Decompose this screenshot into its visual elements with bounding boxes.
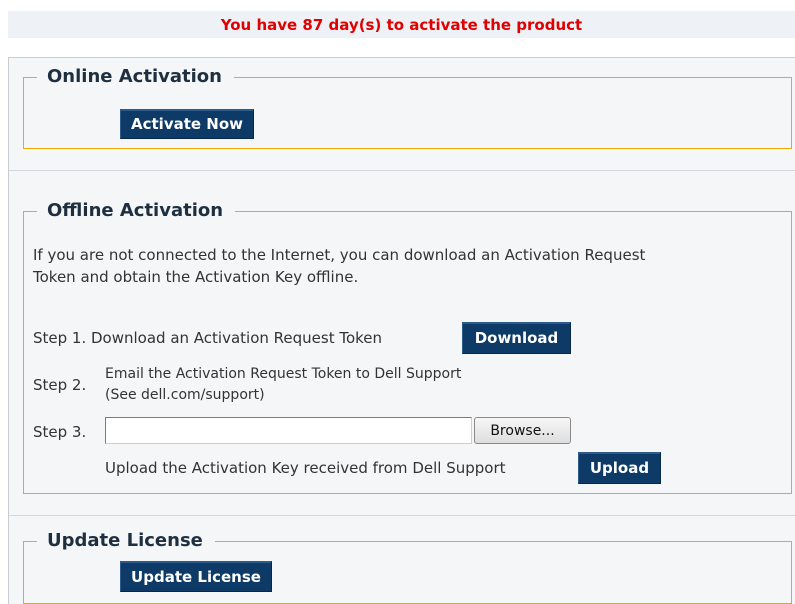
step3-label: Step 3. <box>33 423 87 441</box>
update-license-section: Update License Update License <box>23 529 792 604</box>
section-divider <box>9 515 795 516</box>
upload-instruction: Upload the Activation Key received from … <box>105 459 506 477</box>
update-license-legend: Update License <box>37 529 215 553</box>
download-button[interactable]: Download <box>462 322 571 354</box>
banner-text: You have 87 day(s) to activate the produ… <box>220 15 583 34</box>
browse-button[interactable]: Browse... <box>474 417 571 444</box>
step2-instruction-line1: Email the Activation Request Token to De… <box>105 366 462 382</box>
step2-label: Step 2. <box>33 376 87 394</box>
offline-intro-line1: If you are not connected to the Internet… <box>33 246 646 264</box>
activation-key-file-input[interactable] <box>105 417 472 444</box>
online-activation-section: Online Activation Activate Now <box>23 65 792 149</box>
activate-now-button[interactable]: Activate Now <box>120 109 254 139</box>
offline-intro-line2: Token and obtain the Activation Key offl… <box>33 268 359 286</box>
update-license-button[interactable]: Update License <box>120 561 272 592</box>
step2-instruction-line2: (See dell.com/support) <box>105 387 265 403</box>
section-divider <box>9 170 795 171</box>
step1-label: Step 1. Download an Activation Request T… <box>33 329 383 347</box>
upload-button[interactable]: Upload <box>578 452 661 484</box>
license-panel: Online Activation Activate Now Offline A… <box>8 57 795 604</box>
offline-activation-section: Offline Activation If you are not connec… <box>23 199 792 494</box>
online-activation-legend: Online Activation <box>37 65 234 89</box>
activation-countdown-banner: You have 87 day(s) to activate the produ… <box>8 11 795 38</box>
offline-activation-legend: Offline Activation <box>37 199 236 223</box>
